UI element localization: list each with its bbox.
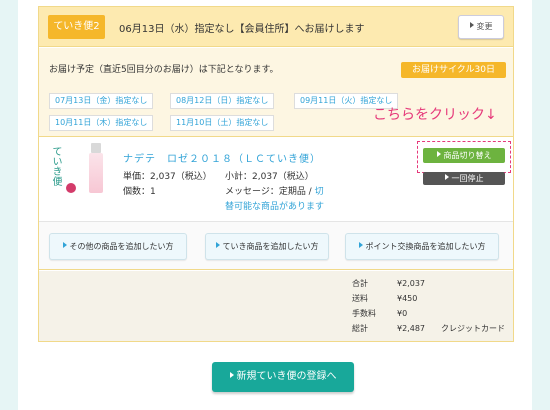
switch-product-button[interactable]: 商品切り替え [423, 148, 505, 163]
quantity: 個数：1 [123, 187, 156, 197]
change-button[interactable]: 変更 [458, 15, 504, 39]
shipping-label: 送料 [352, 294, 368, 303]
fee-label: 手数料 [352, 309, 376, 318]
triangle-icon [436, 151, 441, 157]
triangle-icon [358, 242, 363, 248]
add-point-items-button[interactable]: ポイント交換商品を追加したい方 [345, 233, 499, 260]
total-row: 合計 ¥2,037 [352, 278, 425, 289]
pause-once-label: 一回停止 [451, 174, 484, 183]
register-label: 新規ていき便の登録へ [236, 371, 337, 382]
add-teiki-items-label: ていき商品を追加したい方 [222, 242, 319, 251]
switch-product-label: 商品切り替え [443, 151, 492, 160]
switchable-link-cont[interactable]: 替可能な商品があります [225, 199, 324, 212]
grand-total-value: ¥2,487 [397, 324, 425, 333]
message-prefix: メッセージ：定期品 / [225, 187, 315, 197]
berry-icon [66, 183, 76, 193]
total-label: 合計 [352, 279, 368, 288]
triangle-icon [469, 22, 474, 28]
unit-price: 単価：2,037（税込） [123, 172, 212, 182]
teiki-logo: ていき便 [50, 146, 61, 186]
add-other-items-label: その他の商品を追加したい方 [69, 242, 174, 251]
product-row: ていき便 ナデテ ロゼ２０１８（ＬＣていき便） 単価：2,037（税込） 個数：… [39, 138, 513, 221]
shipping-row: 送料 ¥450 [352, 293, 417, 304]
click-here-annotation: こちらをクリック↓ [373, 107, 497, 123]
schedule-date: 08月12日（日）指定なし [170, 93, 275, 109]
add-teiki-items-button[interactable]: ていき商品を追加したい方 [205, 233, 329, 260]
fee-value: ¥0 [397, 309, 408, 318]
triangle-icon [229, 372, 234, 378]
message: メッセージ：定期品 / 切 [225, 184, 324, 197]
add-items-row: その他の商品を追加したい方 ていき商品を追加したい方 ポイント交換商品を追加した… [39, 221, 513, 270]
register-new-teiki-button[interactable]: 新規ていき便の登録へ [212, 362, 354, 392]
totals-section: 合計 ¥2,037 送料 ¥450 手数料 ¥0 総計 ¥2,487 クレジットカード [39, 271, 513, 341]
triangle-icon [62, 242, 67, 248]
delivery-header: ていき便2 06月13日（水）指定なし【会員住所】へお届けします 変更 [39, 7, 513, 47]
pause-once-button[interactable]: 一回停止 [423, 172, 505, 185]
shipping-value: ¥450 [397, 294, 418, 303]
schedule-date: 10月11日（木）指定なし [49, 115, 154, 131]
schedule-date: 11月10日（土）指定なし [170, 115, 275, 131]
schedule-date: 07月13日（金）指定なし [49, 93, 154, 109]
triangle-icon [444, 174, 449, 180]
delivery-tag: ていき便2 [48, 15, 105, 39]
product-image [89, 143, 103, 195]
total-value: ¥2,037 [397, 279, 425, 288]
fee-row: 手数料 ¥0 [352, 308, 407, 319]
grand-total-label: 総計 [352, 324, 368, 333]
add-point-items-label: ポイント交換商品を追加したい方 [365, 242, 486, 251]
cycle-badge: お届けサイクル30日 [401, 62, 506, 78]
delivery-card: ていき便2 06月13日（水）指定なし【会員住所】へお届けします 変更 お届け予… [38, 6, 514, 342]
payment-method: クレジットカード [441, 324, 505, 333]
schedule-title: お届け予定（直近5回目分のお届け）は下記となります。 [49, 65, 279, 75]
triangle-icon [215, 242, 220, 248]
add-other-items-button[interactable]: その他の商品を追加したい方 [49, 233, 187, 260]
grand-total-row: 総計 ¥2,487 クレジットカード [352, 323, 505, 334]
change-button-label: 変更 [476, 22, 493, 31]
delivery-summary: 06月13日（水）指定なし【会員住所】へお届けします [119, 24, 365, 35]
switchable-link[interactable]: 切 [315, 187, 324, 197]
subtotal: 小計：2,037（税込） [225, 172, 314, 182]
product-name[interactable]: ナデテ ロゼ２０１８（ＬＣていき便） [123, 150, 321, 165]
page-panel: ていき便2 06月13日（水）指定なし【会員住所】へお届けします 変更 お届け予… [18, 0, 532, 410]
